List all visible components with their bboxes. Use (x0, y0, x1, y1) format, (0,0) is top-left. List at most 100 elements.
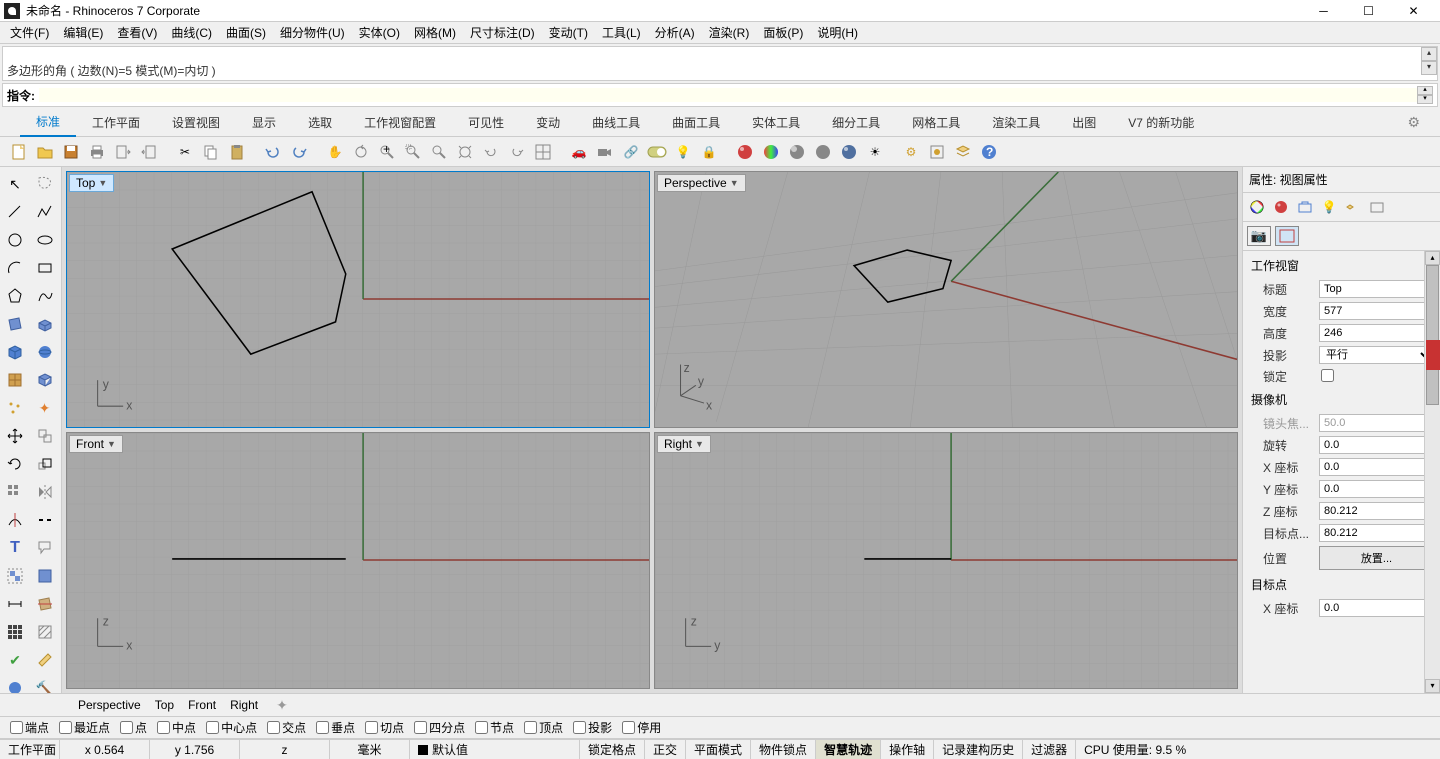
save-icon[interactable] (60, 141, 82, 163)
paste-icon[interactable] (226, 141, 248, 163)
target-x-input[interactable] (1319, 599, 1434, 617)
command-input[interactable] (39, 88, 1417, 102)
add-viewport-tab[interactable]: ✦ (276, 697, 288, 714)
copy-icon[interactable] (200, 141, 222, 163)
zoom-window-icon[interactable] (402, 141, 424, 163)
material-color-icon[interactable] (760, 141, 782, 163)
redo-icon[interactable] (288, 141, 310, 163)
osnap-point[interactable]: 点 (120, 719, 147, 736)
rectangle-tool[interactable] (32, 255, 58, 281)
material-red-icon[interactable] (734, 141, 756, 163)
status-layer[interactable]: 默认值 (410, 740, 580, 759)
menu-mesh[interactable]: 网格(M) (414, 24, 456, 41)
viewport-perspective[interactable]: Perspective ▼ z y x (654, 171, 1238, 428)
subd-tool[interactable] (2, 367, 28, 393)
light-icon[interactable]: 💡 (672, 141, 694, 163)
environment-icon[interactable] (786, 141, 808, 163)
viewport-right-label[interactable]: Right ▼ (657, 435, 711, 453)
text-tool[interactable]: T (2, 535, 28, 561)
cmd-scroll-down[interactable]: ▾ (1417, 95, 1433, 104)
viewport-perspective-label[interactable]: Perspective ▼ (657, 174, 746, 192)
history-scroll-up[interactable]: ▴ (1421, 47, 1437, 61)
array-tool[interactable] (2, 479, 28, 505)
points-tool[interactable] (2, 395, 28, 421)
osnap-mid[interactable]: 中点 (157, 719, 196, 736)
polygon-tool[interactable] (2, 283, 28, 309)
menu-solid[interactable]: 实体(O) (359, 24, 400, 41)
osnap-perp[interactable]: 垂点 (316, 719, 355, 736)
menu-panels[interactable]: 面板(P) (763, 24, 803, 41)
pan-icon[interactable]: ✋ (324, 141, 346, 163)
menu-analyze[interactable]: 分析(A) (655, 24, 695, 41)
tab-select[interactable]: 选取 (292, 109, 348, 136)
options-icon[interactable]: ⚙ (900, 141, 922, 163)
new-icon[interactable] (8, 141, 30, 163)
status-planar[interactable]: 平面模式 (686, 740, 751, 759)
props-tab-layer[interactable] (1342, 196, 1364, 218)
viewport-right[interactable]: Right ▼ z y (654, 432, 1238, 689)
tab-setview[interactable]: 设置视图 (156, 109, 236, 136)
osnap-int[interactable]: 交点 (267, 719, 306, 736)
import-icon[interactable] (112, 141, 134, 163)
tab-solidtools[interactable]: 实体工具 (736, 109, 816, 136)
section-tool[interactable] (32, 591, 58, 617)
box-tool[interactable] (2, 339, 28, 365)
trim-tool[interactable] (2, 507, 28, 533)
pointer-tool[interactable]: ↖ (2, 171, 28, 197)
props-tab-material[interactable] (1270, 196, 1292, 218)
redo-view-icon[interactable] (506, 141, 528, 163)
osnap-disable[interactable]: 停用 (622, 719, 661, 736)
scroll-down-arrow[interactable]: ▾ (1425, 679, 1440, 693)
ellipse-tool[interactable] (32, 227, 58, 253)
gear-icon[interactable]: ⚙ (1407, 114, 1420, 131)
osnap-tan[interactable]: 切点 (365, 719, 404, 736)
target-dist-input[interactable] (1319, 524, 1434, 542)
viewport-top[interactable]: Top ▼ y x (66, 171, 650, 428)
props-subtab-camera[interactable]: 📷 (1247, 226, 1271, 246)
properties-icon[interactable] (926, 141, 948, 163)
circle-tool[interactable] (2, 227, 28, 253)
menu-transform[interactable]: 变动(T) (549, 24, 588, 41)
mesh-tool[interactable] (32, 367, 58, 393)
zoom-icon[interactable]: + (376, 141, 398, 163)
dimension-tool[interactable] (2, 591, 28, 617)
layers-icon[interactable] (952, 141, 974, 163)
tab-visibility[interactable]: 可见性 (452, 109, 520, 136)
osnap-project[interactable]: 投影 (573, 719, 612, 736)
history-scroll-down[interactable]: ▾ (1421, 61, 1437, 75)
arc-tool[interactable] (2, 255, 28, 281)
line-tool[interactable] (2, 199, 28, 225)
tab-surfacetools[interactable]: 曲面工具 (656, 109, 736, 136)
viewport-front-label[interactable]: Front ▼ (69, 435, 123, 453)
projection-select[interactable]: 平行 (1319, 346, 1434, 364)
help-icon[interactable]: ? (978, 141, 1000, 163)
status-gumball[interactable]: 操作轴 (881, 740, 934, 759)
chevron-down-icon[interactable]: ▼ (107, 439, 116, 449)
props-scrollbar[interactable]: ▴ ▾ (1424, 251, 1440, 693)
undo-icon[interactable] (262, 141, 284, 163)
tab-v7new[interactable]: V7 的新功能 (1112, 109, 1210, 136)
vptab-right[interactable]: Right (230, 698, 258, 712)
menu-file[interactable]: 文件(F) (10, 24, 49, 41)
status-cplane[interactable]: 工作平面 (0, 740, 60, 759)
block-tool[interactable] (32, 563, 58, 589)
vptab-top[interactable]: Top (155, 698, 174, 712)
open-icon[interactable] (34, 141, 56, 163)
menu-tools[interactable]: 工具(L) (602, 24, 641, 41)
viewport-height-input[interactable] (1319, 324, 1434, 342)
menu-edit[interactable]: 编辑(E) (63, 24, 103, 41)
scroll-thumb[interactable] (1426, 265, 1439, 405)
maximize-button[interactable]: ☐ (1346, 0, 1391, 22)
split-tool[interactable] (32, 507, 58, 533)
tab-display[interactable]: 显示 (236, 109, 292, 136)
menu-subd[interactable]: 细分物件(U) (280, 24, 345, 41)
hammer-tool[interactable]: 🔨 (32, 675, 58, 693)
viewport-top-label[interactable]: Top ▼ (69, 174, 114, 192)
rotate-tool[interactable] (2, 451, 28, 477)
group-tool[interactable] (2, 563, 28, 589)
osnap-end[interactable]: 端点 (10, 719, 49, 736)
cam-x-input[interactable] (1319, 458, 1434, 476)
zoom-extents-icon[interactable] (454, 141, 476, 163)
menu-render[interactable]: 渲染(R) (709, 24, 750, 41)
viewport-front[interactable]: Front ▼ z x (66, 432, 650, 689)
